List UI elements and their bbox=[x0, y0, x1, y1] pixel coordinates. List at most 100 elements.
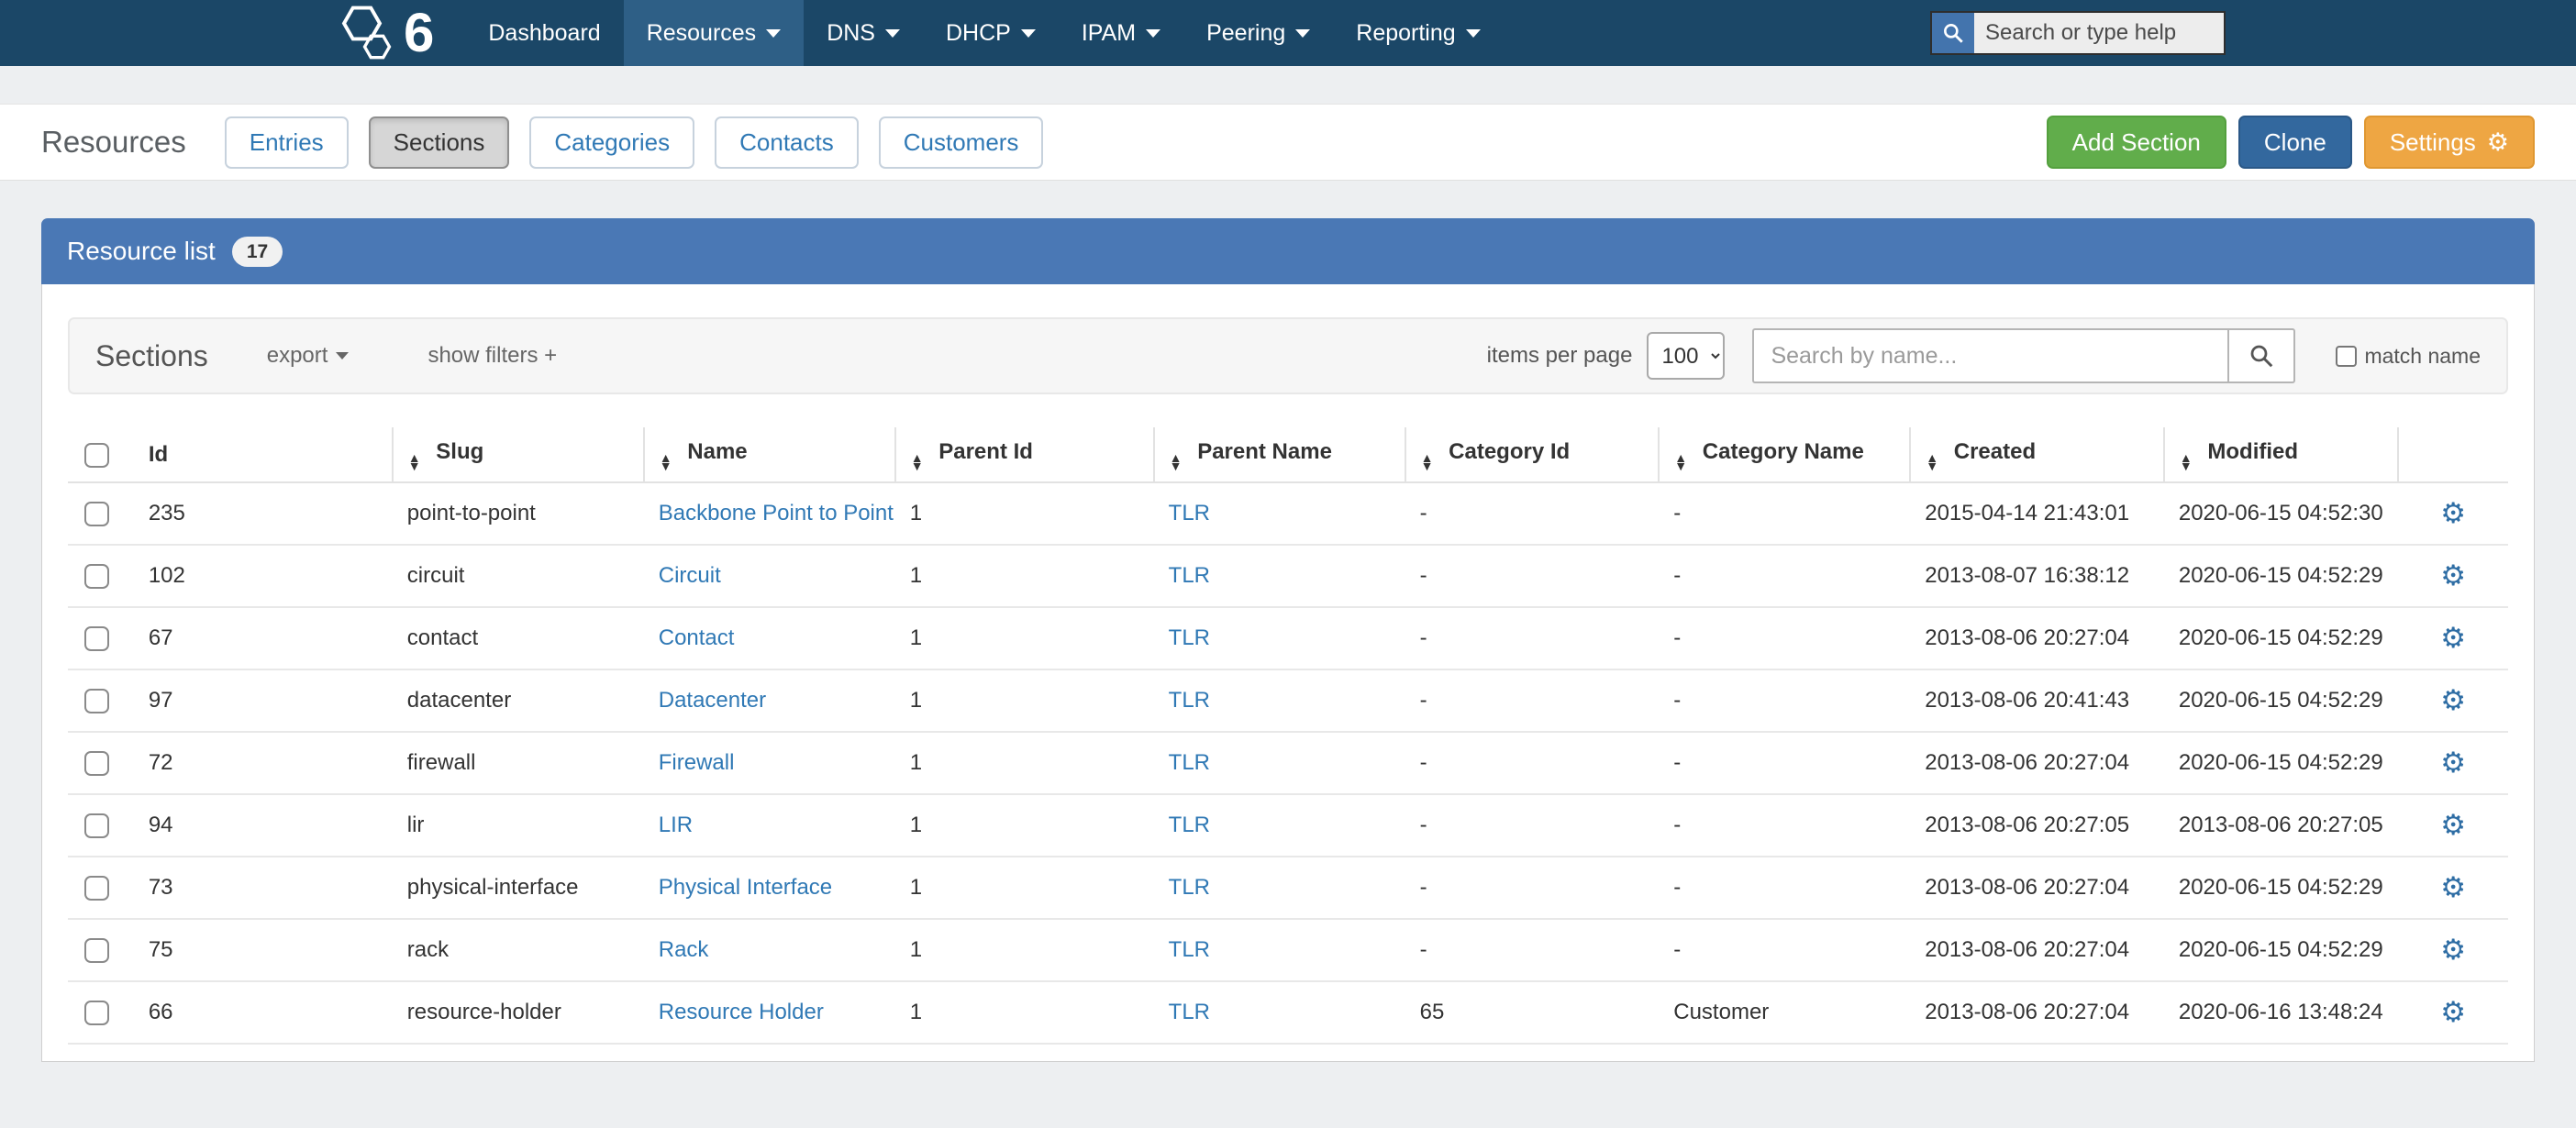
row-checkbox[interactable] bbox=[84, 564, 109, 589]
table-row: 94 lir LIR 1 TLR - - 2013-08-06 20:27:05… bbox=[68, 794, 2508, 857]
column-header-parent-id[interactable]: Parent Id bbox=[895, 427, 1154, 482]
row-settings-gear-icon[interactable]: ⚙ bbox=[2440, 684, 2466, 716]
column-header-slug[interactable]: Slug bbox=[393, 427, 644, 482]
table-row: 235 point-to-point Backbone Point to Poi… bbox=[68, 482, 2508, 545]
cell-category-id: - bbox=[1405, 545, 1660, 607]
cell-id: 73 bbox=[134, 857, 393, 919]
export-dropdown[interactable]: export bbox=[267, 343, 350, 369]
row-settings-gear-icon[interactable]: ⚙ bbox=[2440, 497, 2466, 529]
cell-name: Circuit bbox=[644, 545, 895, 607]
nav-item-peering[interactable]: Peering bbox=[1183, 0, 1333, 66]
nav-item-resources[interactable]: Resources bbox=[624, 0, 805, 66]
resource-name-link[interactable]: Firewall bbox=[659, 750, 735, 775]
row-checkbox[interactable] bbox=[84, 938, 109, 963]
column-header-name[interactable]: Name bbox=[644, 427, 895, 482]
column-header-created[interactable]: Created bbox=[1910, 427, 2164, 482]
show-filters-link[interactable]: show filters + bbox=[427, 343, 557, 369]
resource-name-link[interactable]: Circuit bbox=[659, 563, 721, 588]
parent-name-link[interactable]: TLR bbox=[1169, 813, 1210, 837]
nav-item-ipam[interactable]: IPAM bbox=[1059, 0, 1183, 66]
cell-name: Router bbox=[644, 1044, 895, 1062]
parent-name-link[interactable]: TLR bbox=[1169, 1000, 1210, 1024]
nav-item-reporting[interactable]: Reporting bbox=[1333, 0, 1503, 66]
row-checkbox[interactable] bbox=[84, 876, 109, 901]
cell-id: 94 bbox=[134, 794, 393, 857]
sort-icon bbox=[2180, 454, 2193, 469]
tab-contacts[interactable]: Contacts bbox=[715, 116, 859, 169]
row-settings-gear-icon[interactable]: ⚙ bbox=[2440, 934, 2466, 966]
cell-modified: 2020-06-15 04:52:29 bbox=[2164, 545, 2398, 607]
row-settings-gear-icon[interactable]: ⚙ bbox=[2440, 1058, 2466, 1063]
search-button[interactable] bbox=[2229, 328, 2295, 383]
parent-name-link[interactable]: TLR bbox=[1169, 937, 1210, 962]
cell-name: Rack bbox=[644, 919, 895, 981]
resource-name-link[interactable]: Physical Interface bbox=[659, 875, 832, 900]
column-header-category-name[interactable]: Category Name bbox=[1659, 427, 1910, 482]
match-name-label[interactable]: match name bbox=[2364, 344, 2481, 369]
cell-category-name: - bbox=[1659, 607, 1910, 669]
match-name-checkbox[interactable] bbox=[2336, 346, 2357, 367]
row-checkbox[interactable] bbox=[84, 751, 109, 776]
chevron-down-icon bbox=[766, 29, 781, 38]
row-settings-gear-icon[interactable]: ⚙ bbox=[2440, 996, 2466, 1028]
resource-name-link[interactable]: Backbone Point to Point bbox=[659, 501, 894, 525]
clone-button[interactable]: Clone bbox=[2238, 116, 2352, 169]
search-icon[interactable] bbox=[1932, 13, 1974, 53]
cell-category-id: - bbox=[1405, 1044, 1660, 1062]
settings-button[interactable]: Settings ⚙ bbox=[2364, 116, 2535, 169]
parent-name-link[interactable]: TLR bbox=[1169, 688, 1210, 713]
row-settings-gear-icon[interactable]: ⚙ bbox=[2440, 746, 2466, 779]
select-all-checkbox[interactable] bbox=[84, 443, 109, 468]
add-section-button[interactable]: Add Section bbox=[2047, 116, 2226, 169]
parent-name-link[interactable]: TLR bbox=[1169, 625, 1210, 650]
tab-sections[interactable]: Sections bbox=[369, 116, 510, 169]
resource-name-link[interactable]: Rack bbox=[659, 937, 709, 962]
row-settings-gear-icon[interactable]: ⚙ bbox=[2440, 809, 2466, 841]
cell-category-id: - bbox=[1405, 607, 1660, 669]
cell-modified: 2020-06-15 04:52:29 bbox=[2164, 857, 2398, 919]
parent-name-link[interactable]: TLR bbox=[1169, 750, 1210, 775]
cell-category-name: - bbox=[1659, 857, 1910, 919]
gear-icon: ⚙ bbox=[2487, 130, 2509, 155]
name-search-input[interactable] bbox=[1752, 328, 2229, 383]
row-settings-gear-icon[interactable]: ⚙ bbox=[2440, 622, 2466, 654]
items-per-page-select[interactable]: 100 bbox=[1647, 332, 1725, 380]
app-logo[interactable]: 6 bbox=[338, 0, 434, 66]
row-checkbox[interactable] bbox=[84, 813, 109, 838]
cell-created: 2013-08-06 20:27:04 bbox=[1910, 607, 2164, 669]
cell-created: 2013-08-06 20:27:05 bbox=[1910, 794, 2164, 857]
row-settings-gear-icon[interactable]: ⚙ bbox=[2440, 871, 2466, 903]
nav-item-dhcp[interactable]: DHCP bbox=[923, 0, 1059, 66]
nav-label: DNS bbox=[827, 20, 875, 47]
tab-categories[interactable]: Categories bbox=[529, 116, 694, 169]
sort-icon bbox=[1926, 454, 1938, 469]
parent-name-link[interactable]: TLR bbox=[1169, 875, 1210, 900]
cell-modified: 2013-08-06 20:27:05 bbox=[2164, 794, 2398, 857]
column-header-category-id[interactable]: Category Id bbox=[1405, 427, 1660, 482]
row-checkbox[interactable] bbox=[84, 626, 109, 651]
row-settings-gear-icon[interactable]: ⚙ bbox=[2440, 559, 2466, 592]
tab-entries[interactable]: Entries bbox=[225, 116, 349, 169]
sort-icon bbox=[408, 454, 421, 469]
row-checkbox[interactable] bbox=[84, 1001, 109, 1025]
parent-name-link[interactable]: TLR bbox=[1169, 563, 1210, 588]
cell-category-id: - bbox=[1405, 482, 1660, 545]
column-header-parent-name[interactable]: Parent Name bbox=[1154, 427, 1405, 482]
cell-slug: datacenter bbox=[393, 669, 644, 732]
cell-slug: contact bbox=[393, 607, 644, 669]
resource-name-link[interactable]: LIR bbox=[659, 813, 693, 837]
tab-customers[interactable]: Customers bbox=[879, 116, 1044, 169]
resource-name-link[interactable]: Datacenter bbox=[659, 688, 766, 713]
column-header-modified[interactable]: Modified bbox=[2164, 427, 2398, 482]
row-checkbox[interactable] bbox=[84, 502, 109, 526]
nav-item-dashboard[interactable]: Dashboard bbox=[465, 0, 623, 66]
row-checkbox[interactable] bbox=[84, 689, 109, 713]
cell-parent-id: 1 bbox=[895, 857, 1154, 919]
resource-name-link[interactable]: Resource Holder bbox=[659, 1000, 824, 1024]
resource-name-link[interactable]: Contact bbox=[659, 625, 735, 650]
column-header-id[interactable]: Id bbox=[134, 427, 393, 482]
nav-item-dns[interactable]: DNS bbox=[804, 0, 923, 66]
parent-name-link[interactable]: TLR bbox=[1169, 501, 1210, 525]
help-search-input[interactable] bbox=[1974, 13, 2224, 53]
nav-label: Peering bbox=[1206, 20, 1285, 47]
